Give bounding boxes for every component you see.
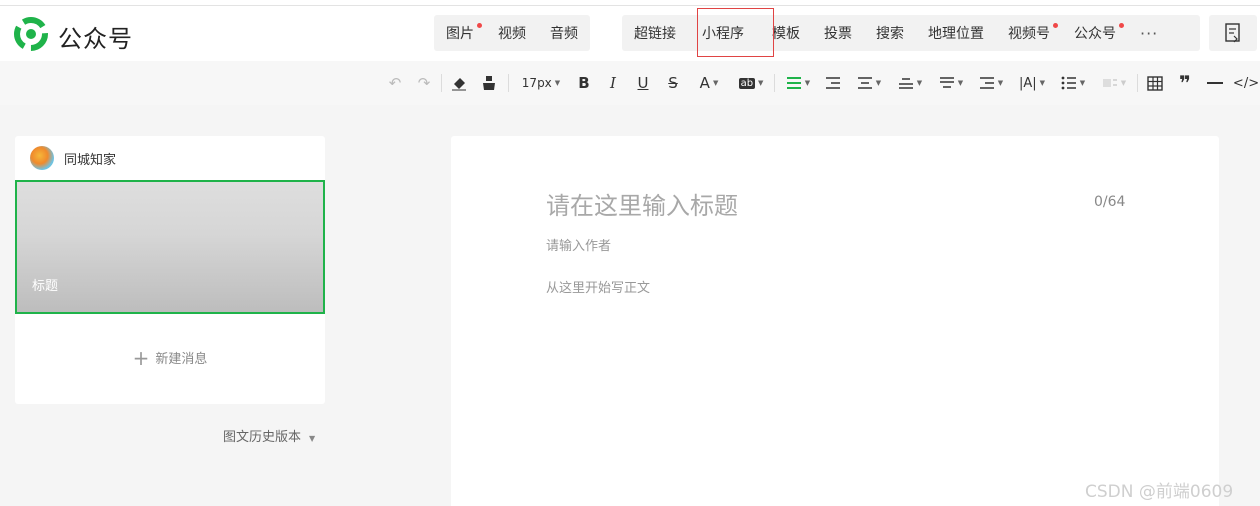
app-title: 公众号 [58, 25, 133, 53]
media-insert-group: 图片 视频 音频 [434, 15, 590, 51]
insert-audio-button[interactable]: 音频 [538, 15, 590, 51]
insert-official-account-label: 公众号 [1074, 26, 1116, 42]
align-icon[interactable]: ▼ [783, 73, 813, 93]
header-bar: 公众号 图片 视频 音频 超链接 小程序 模板 投票 搜索 地理位置 视频号 公… [0, 6, 1260, 61]
insert-vote-label: 投票 [824, 26, 852, 42]
wechat-mp-logo-icon [14, 17, 48, 51]
undo-icon[interactable]: ↶ [385, 73, 405, 93]
document-panel-button[interactable] [1209, 15, 1257, 51]
letter-spacing-icon[interactable]: |A| ▼ [1017, 73, 1047, 93]
caret-down-icon: ▼ [309, 434, 316, 443]
new-message-label: 新建消息 [155, 352, 208, 367]
insert-location-label: 地理位置 [928, 26, 984, 42]
insert-image-label: 图片 [446, 26, 474, 42]
insert-image-button[interactable]: 图片 [434, 15, 486, 51]
underline-icon[interactable]: U [634, 73, 652, 93]
insert-vote-button[interactable]: 投票 [812, 15, 864, 51]
insert-link-label: 超链接 [634, 26, 676, 42]
title-input[interactable]: 请在这里输入标题 [546, 186, 738, 221]
new-message-button[interactable]: + 新建消息 [15, 346, 325, 370]
new-badge-dot [477, 23, 482, 28]
table-icon[interactable] [1145, 73, 1165, 93]
more-options-button[interactable]: ··· [1128, 15, 1170, 51]
document-icon [1225, 23, 1240, 43]
article-list-panel: 同城知家 标题 + 新建消息 [15, 136, 325, 404]
history-version-button[interactable]: 图文历史版本 ▼ [223, 426, 315, 445]
list-icon[interactable]: ▼ [1058, 73, 1088, 93]
body-editor[interactable]: 从这里开始写正文 [546, 277, 650, 296]
toolbar-divider [1137, 74, 1138, 92]
font-size-value: 17px [521, 76, 552, 90]
highlight-box-miniprogram [697, 8, 774, 57]
insert-channels-label: 视频号 [1008, 26, 1050, 42]
plus-icon: + [132, 346, 150, 370]
clear-format-icon[interactable] [449, 73, 469, 93]
insert-channels-button[interactable]: 视频号 [996, 15, 1062, 51]
redo-icon[interactable]: ↷ [414, 73, 434, 93]
font-size-select[interactable]: 17px ▼ [517, 73, 565, 93]
spacing-after-icon[interactable]: ▼ [936, 73, 966, 93]
article-cover-card[interactable]: 标题 [15, 180, 325, 314]
insert-official-account-button[interactable]: 公众号 [1062, 15, 1128, 51]
line-height-icon[interactable]: ▼ [976, 73, 1006, 93]
paragraph-spacing-icon[interactable]: ▼ [854, 73, 884, 93]
font-color-icon[interactable]: A ▼ [695, 73, 723, 93]
indent-icon[interactable] [824, 73, 842, 93]
italic-icon[interactable]: I [604, 73, 622, 93]
article-cover-title: 标题 [32, 279, 59, 294]
more-options-icon: ··· [1140, 23, 1159, 43]
insert-audio-label: 音频 [550, 26, 578, 42]
insert-search-label: 搜索 [876, 26, 904, 42]
format-painter-icon[interactable] [479, 73, 499, 93]
avatar [30, 146, 54, 170]
insert-template-label: 模板 [772, 26, 800, 42]
spacing-before-icon[interactable]: ▼ [895, 73, 925, 93]
strikethrough-icon[interactable]: S [664, 73, 682, 93]
caret-down-icon: ▼ [554, 79, 561, 87]
toolbar-divider [441, 74, 442, 92]
title-char-counter: 0/64 [1094, 194, 1126, 210]
editor-panel: 请在这里输入标题 0/64 请输入作者 从这里开始写正文 [451, 136, 1219, 506]
insert-video-button[interactable]: 视频 [486, 15, 538, 51]
format-toolbar: ↶ ↷ 17px ▼ B I U S A ▼ ab ▼ ▼ ▼ ▼ ▼ ▼ |A| ▼ … [0, 61, 1260, 105]
insert-link-button[interactable]: 超链接 [622, 15, 688, 51]
insert-location-button[interactable]: 地理位置 [916, 15, 996, 51]
insert-search-button[interactable]: 搜索 [864, 15, 916, 51]
account-name: 同城知家 [64, 152, 117, 168]
image-align-icon[interactable]: ▼ [1099, 73, 1129, 93]
background-color-icon[interactable]: ab ▼ [736, 73, 766, 93]
account-info: 同城知家 [30, 146, 116, 170]
insert-video-label: 视频 [498, 26, 526, 42]
toolbar-divider [508, 74, 509, 92]
quote-icon[interactable]: ❞ [1175, 71, 1195, 95]
new-badge-dot [1053, 23, 1058, 28]
toolbar-divider [774, 74, 775, 92]
watermark: CSDN @前端0609 [1085, 482, 1234, 502]
divider-line-icon[interactable] [1205, 73, 1225, 93]
new-badge-dot [1119, 23, 1124, 28]
code-icon[interactable]: </> [1233, 73, 1259, 93]
author-input[interactable]: 请输入作者 [546, 235, 611, 254]
bold-icon[interactable]: B [575, 73, 593, 93]
history-version-label: 图文历史版本 [223, 430, 302, 445]
